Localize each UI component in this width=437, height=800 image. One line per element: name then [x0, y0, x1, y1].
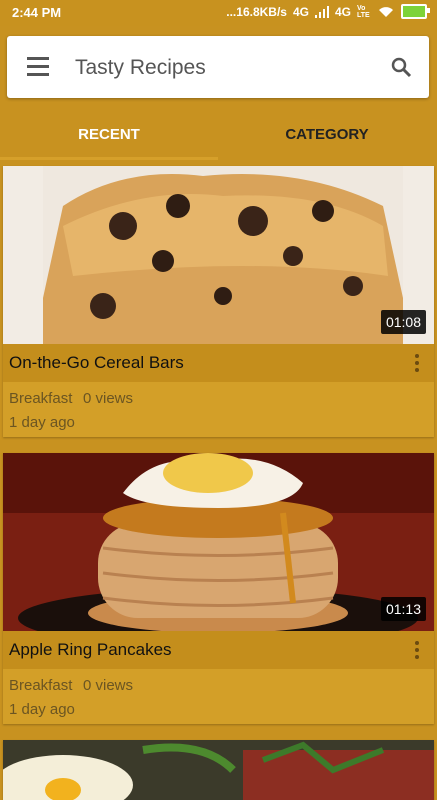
network-type-2: 4G [334, 4, 351, 19]
tab-recent[interactable]: RECENT [0, 110, 218, 160]
search-bar[interactable]: Tasty Recipes [7, 36, 429, 98]
status-icons: ...16.8KB/s 4G 4G Vo LTE [226, 4, 430, 19]
recipe-category: Breakfast [9, 390, 73, 407]
recipe-category: Breakfast [9, 677, 73, 694]
recipe-card[interactable]: 01:13 Apple Ring Pancakes Breakfast 0 vi… [3, 453, 434, 724]
recipe-date: 1 day ago [9, 701, 75, 718]
battery-icon [401, 4, 430, 19]
volte-label: Vo LTE [357, 4, 370, 19]
recipe-card[interactable]: 01:08 On-the-Go Cereal Bars Breakfast 0 … [3, 166, 434, 437]
tab-indicator [0, 157, 218, 160]
status-bar: 2:44 PM ...16.8KB/s 4G 4G Vo LTE [0, 0, 437, 26]
recipe-card[interactable] [3, 740, 434, 800]
video-duration: 01:08 [380, 310, 426, 334]
recipe-thumbnail[interactable]: 01:13 [3, 453, 434, 631]
more-options-icon[interactable] [415, 354, 419, 375]
pancake-image [3, 453, 434, 631]
recipe-meta: Breakfast 0 views 1 day ago [3, 669, 434, 724]
hamburger-menu-icon[interactable] [27, 57, 49, 76]
recipe-meta: Breakfast 0 views 1 day ago [3, 382, 434, 437]
network-speed: ...16.8KB/s [226, 4, 287, 19]
network-type-1: 4G [292, 4, 309, 19]
recipe-date: 1 day ago [9, 414, 75, 431]
cereal-bar-image [3, 166, 434, 344]
status-time: 2:44 PM [12, 5, 62, 20]
more-options-icon[interactable] [415, 641, 419, 662]
tab-bar: RECENT CATEGORY [0, 110, 437, 160]
recipe-views: 0 views [83, 677, 134, 694]
recipe-thumbnail[interactable]: 01:08 [3, 166, 434, 344]
signal-icon [314, 5, 329, 18]
app-title: Tasty Recipes [75, 56, 206, 79]
tab-category[interactable]: CATEGORY [218, 110, 436, 160]
search-icon[interactable] [389, 55, 413, 79]
recipe-title-row: Apple Ring Pancakes [3, 631, 434, 669]
wifi-icon [379, 6, 393, 17]
recipe-thumbnail[interactable] [3, 740, 434, 800]
recipe-title-row: On-the-Go Cereal Bars [3, 344, 434, 382]
recipe-title[interactable]: On-the-Go Cereal Bars [9, 353, 184, 373]
recipe-title[interactable]: Apple Ring Pancakes [9, 640, 172, 660]
recipe-views: 0 views [83, 390, 134, 407]
video-duration: 01:13 [380, 597, 426, 621]
